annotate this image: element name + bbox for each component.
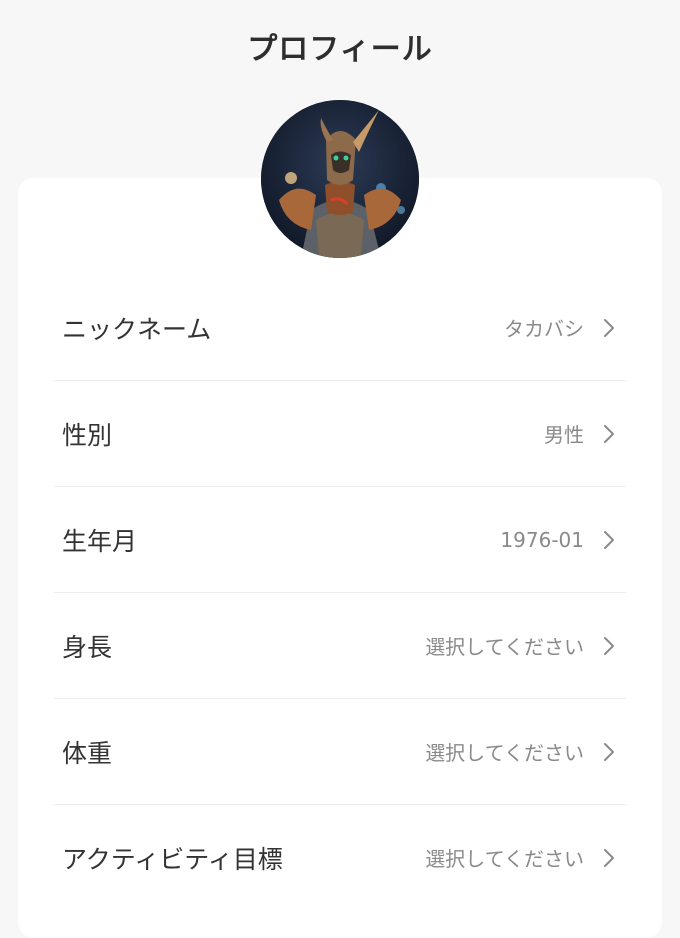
birth-month-value: 1976-01 (500, 527, 584, 552)
avatar-image (261, 100, 419, 258)
row-activity-goal[interactable]: アクティビティ目標 選択してください (54, 805, 626, 910)
birth-month-label: 生年月 (62, 526, 138, 556)
row-birth-month[interactable]: 生年月 1976-01 (54, 487, 626, 593)
row-gender[interactable]: 性別 男性 (54, 381, 626, 487)
chevron-right-icon (604, 848, 614, 867)
nickname-value: タカバシ (504, 317, 584, 341)
chevron-right-icon (604, 742, 614, 761)
page-title: プロフィール (247, 32, 433, 67)
height-label: 身長 (62, 632, 113, 662)
height-value: 選択してください (425, 635, 584, 659)
activity-goal-label: アクティビティ目標 (62, 844, 283, 874)
row-weight[interactable]: 体重 選択してください (54, 699, 626, 805)
nickname-label: ニックネーム (62, 314, 212, 344)
avatar[interactable] (261, 100, 419, 258)
weight-label: 体重 (62, 738, 113, 768)
row-height[interactable]: 身長 選択してください (54, 593, 626, 699)
gender-value: 男性 (544, 423, 584, 447)
activity-goal-value: 選択してください (425, 847, 584, 871)
chevron-right-icon (604, 424, 614, 443)
chevron-right-icon (604, 530, 614, 549)
weight-value: 選択してください (425, 741, 584, 765)
profile-settings-list: ニックネーム タカバシ 性別 男性 生年月 1976-01 身長 選択してくださ… (54, 275, 626, 910)
chevron-right-icon (604, 636, 614, 655)
chevron-right-icon (604, 318, 614, 337)
row-nickname[interactable]: ニックネーム タカバシ (54, 275, 626, 381)
gender-label: 性別 (62, 420, 113, 450)
